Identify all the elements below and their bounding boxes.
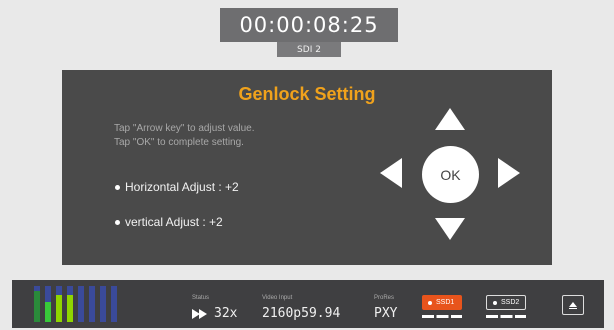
prores-value: PXY: [374, 306, 398, 321]
vertical-adjust-label: vertical Adjust : +2: [125, 215, 223, 229]
ssd1-capacity-bar: [422, 315, 462, 318]
audio-meter-channel: [78, 286, 84, 322]
dialog-title: Genlock Setting: [238, 84, 376, 104]
video-input-value: 2160p59.94: [262, 306, 341, 321]
instruction-arrow: Tap "Arrow key" to adjust value.: [114, 123, 255, 134]
instruction-ok: Tap "OK" to complete setting.: [114, 137, 244, 148]
fast-forward-icon: [192, 309, 210, 319]
audio-meter-level: [67, 295, 73, 322]
eject-button[interactable]: [562, 295, 584, 315]
eject-icon: [569, 302, 577, 307]
arrow-right-button[interactable]: [498, 158, 520, 188]
status-value: 32x: [214, 306, 238, 321]
horizontal-adjust-item: Horizontal Adjust : +2: [115, 180, 239, 194]
arrow-up-button[interactable]: [435, 108, 465, 130]
bullet-icon: [115, 184, 120, 190]
audio-meter-level: [56, 295, 62, 322]
audio-meter-channel: [67, 286, 73, 322]
horizontal-adjust-label: Horizontal Adjust : +2: [125, 180, 239, 194]
record-dot-icon: [428, 300, 432, 305]
status-label: Status: [192, 295, 210, 301]
video-input-label: Video Input: [262, 295, 293, 301]
status-bar: Status 32x Video Input 2160p59.94 ProRes…: [12, 280, 604, 328]
genlock-setting-dialog: Genlock Setting Tap "Arrow key" to adjus…: [62, 70, 552, 265]
ssd2-capacity-bar: [486, 315, 526, 318]
arrow-left-button[interactable]: [380, 158, 402, 188]
ssd1-button[interactable]: SSD1: [422, 295, 462, 310]
audio-meter-channel: [45, 286, 51, 322]
bullet-icon: [115, 219, 120, 225]
audio-meter-level: [45, 302, 51, 322]
audio-meter-channel: [56, 286, 62, 322]
audio-meter-channel: [89, 286, 95, 322]
audio-meters: [34, 284, 124, 328]
audio-meter-channel: [34, 286, 40, 322]
record-dot-icon: [493, 300, 497, 305]
prores-label: ProRes: [374, 295, 395, 301]
timecode-display: 00:00:08:25: [220, 8, 398, 42]
audio-meter-channel: [100, 286, 106, 322]
ssd2-button[interactable]: SSD2: [486, 295, 526, 310]
arrow-down-button[interactable]: [435, 218, 465, 240]
audio-meter-channel: [111, 286, 117, 322]
input-source-label: SDI 2: [277, 42, 341, 57]
ssd1-label: SSD1: [436, 299, 455, 306]
ssd2-label: SSD2: [501, 299, 520, 306]
ok-button[interactable]: OK: [422, 146, 479, 203]
audio-meter-level: [34, 291, 40, 322]
vertical-adjust-item: vertical Adjust : +2: [115, 215, 223, 229]
